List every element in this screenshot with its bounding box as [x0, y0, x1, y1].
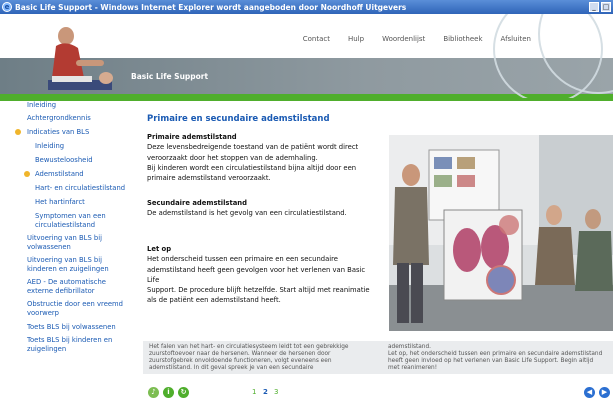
primary-line: veroorzaakt door het stoppen van de adem… [147, 153, 318, 162]
cpr-illustration [48, 27, 113, 90]
sidebar-item-aed[interactable]: AED - De automatische [27, 278, 106, 287]
sidebar-item-toets-volwassenen[interactable]: Toets BLS bij volwassenen [27, 323, 116, 332]
caption-line: zuurstoftoevoer naar de hersenen. Wannee… [149, 351, 331, 357]
page-title: Primaire en secundaire ademstilstand [147, 114, 330, 124]
page-3[interactable]: 3 [274, 388, 278, 396]
nav-bibliotheek[interactable]: Bibliotheek [443, 35, 482, 43]
classroom-photo [389, 135, 613, 331]
bullet-icon [24, 171, 30, 177]
sidebar-item-uitvoering-kinderen[interactable]: Uitvoering van BLS bij [27, 256, 102, 265]
primary-section: Primaire ademstilstand Deze levensbedrei… [147, 132, 377, 183]
sidebar-item-uitvoering-kinderen-cont[interactable]: kinderen en zuigelingen [27, 265, 109, 274]
nav-hulp[interactable]: Hulp [348, 35, 364, 43]
page-1[interactable]: 1 [252, 388, 256, 396]
info-icon[interactable]: i [163, 387, 174, 398]
sidebar-item-toets-kinderen-cont[interactable]: zuigelingen [27, 345, 66, 354]
secondary-heading: Secundaire ademstilstand [147, 199, 248, 207]
sidebar-item-indicaties[interactable]: Indicaties van BLS [27, 128, 89, 137]
sidebar-item-uitvoering-volwassenen-cont[interactable]: volwassenen [27, 243, 71, 252]
sidebar-subitem-ademstilstand[interactable]: Ademstilstand [35, 170, 84, 179]
sidebar: Inleiding Achtergrondkennis Indicaties v… [0, 101, 130, 354]
sidebar-subitem-bewusteloosheid[interactable]: Bewusteloosheid [35, 156, 93, 165]
sidebar-item-inleiding[interactable]: Inleiding [27, 101, 56, 110]
sidebar-subitem-hartstilstand[interactable]: Hart- en circulatiestilstand [35, 184, 125, 193]
note-line: Support. De procedure blijft hetzelfde. … [147, 286, 370, 295]
sidebar-item-toets-kinderen[interactable]: Toets BLS bij kinderen en [27, 336, 112, 345]
top-navigation: Contact Hulp Woordenlijst Bibliotheek Af… [303, 35, 531, 43]
primary-heading: Primaire ademstilstand [147, 133, 237, 141]
secondary-section: Secundaire ademstilstand De ademstilstan… [147, 198, 377, 219]
refresh-icon[interactable]: ↻ [178, 387, 189, 398]
caption-line: zuurstofgebrek onvoldoende functioneren,… [149, 358, 332, 364]
caption-strip: Het falen van het hart- en circulatiesys… [143, 341, 613, 374]
caption-left: Het falen van het hart- en circulatiesys… [149, 344, 348, 372]
sidebar-item-obstructie[interactable]: Obstructie door een vreemd [27, 300, 123, 309]
minimize-button[interactable]: _ [589, 2, 599, 12]
caption-line: Let op, het onderscheid tussen een prima… [388, 351, 603, 357]
caption-right: ademstilstand. Let op, het onderscheid t… [388, 344, 602, 372]
sidebar-subitem-symptomen-cont[interactable]: circulatiestilstand [35, 221, 95, 230]
caption-line: heeft geen invloed op het verlenen van B… [388, 358, 594, 364]
window-titlebar: e Basic Life Support - Windows Internet … [0, 0, 613, 14]
caption-line: met reanimeren! [388, 365, 438, 371]
primary-line: Deze levensbedreigende toestand van de p… [147, 143, 359, 152]
sidebar-subitem-inleiding[interactable]: Inleiding [35, 142, 64, 151]
audio-icon[interactable]: ♪ [148, 387, 159, 398]
sidebar-item-achtergrondkennis[interactable]: Achtergrondkennis [27, 114, 91, 123]
previous-icon[interactable]: ◀ [584, 387, 595, 398]
secondary-line: De ademstilstand is het gevolg van een c… [147, 209, 347, 218]
sidebar-subitem-hartinfarct[interactable]: Het hartinfarct [35, 198, 85, 207]
primary-line: Bij kinderen wordt een circulatiestilsta… [147, 163, 357, 172]
nav-afsluiten[interactable]: Afsluiten [501, 35, 531, 43]
page-2-current[interactable]: 2 [263, 388, 268, 396]
bullet-icon [15, 129, 21, 135]
caption-line: ademstilstand. In dit geval spreek je va… [149, 365, 314, 371]
sidebar-item-obstructie-cont[interactable]: voorwerp [27, 309, 59, 318]
note-heading: Let op [147, 245, 172, 253]
footer-nav: ♪ i ↻ 1 2 3 ◀ ▶ [0, 384, 613, 404]
sidebar-item-uitvoering-volwassenen[interactable]: Uitvoering van BLS bij [27, 234, 102, 243]
note-line: ademstilstand heeft geen gevolgen voor h… [147, 265, 366, 284]
window-title: Basic Life Support - Windows Internet Ex… [15, 2, 407, 12]
section-title: Basic Life Support [131, 72, 209, 81]
note-line: Het onderscheid tussen een primaire en e… [147, 255, 338, 264]
note-line: als de patiënt een ademstilstand heeft. [147, 296, 281, 305]
primary-line: primaire ademstilstand veroorzaakt. [147, 174, 271, 183]
caption-line: ademstilstand. [388, 344, 432, 350]
caption-line: Het falen van het hart- en circulatiesys… [149, 344, 349, 350]
maximize-button[interactable]: □ [601, 2, 611, 12]
internet-explorer-icon: e [2, 2, 12, 12]
nav-woordenlijst[interactable]: Woordenlijst [382, 35, 425, 43]
decorative-circles [463, 14, 613, 98]
header: Basic Life Support Contact Hulp Woordenl… [0, 14, 613, 101]
sidebar-subitem-symptomen[interactable]: Symptomen van een [35, 212, 106, 221]
sidebar-item-aed-cont[interactable]: externe defibrillator [27, 287, 95, 296]
note-section: Let op Het onderscheid tussen een primai… [147, 244, 377, 306]
next-icon[interactable]: ▶ [599, 387, 610, 398]
nav-contact[interactable]: Contact [303, 35, 330, 43]
